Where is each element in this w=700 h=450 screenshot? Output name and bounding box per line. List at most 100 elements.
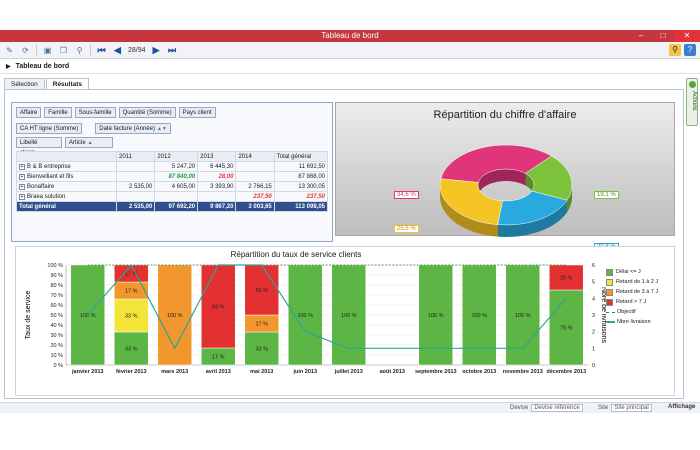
record-pager: 28/94 [128, 46, 146, 54]
table-cell: 13 300,05 [273, 181, 329, 192]
breadcrumb-arrow-icon: ▶ [6, 64, 11, 70]
table-row[interactable]: + Bonaffaire 2 535,00 4 605,00 3 393,90 2 766… [16, 181, 329, 192]
site-group: Site Site principal [598, 404, 652, 412]
maximize-icon[interactable]: □ [652, 30, 674, 42]
y2-tick-label: 6 [592, 263, 595, 269]
expand-icon[interactable]: + [19, 163, 25, 170]
affichage-group: Affichage [668, 404, 695, 410]
bar-svg: 0 % 10 % 20 % 30 % 40 % 50 % 60 % 70 % 80 % 90 % 1… [25, 263, 606, 375]
copy-icon[interactable]: ❐ [58, 45, 69, 56]
table-row[interactable]: + B & B entreprise 5 247,20 6 445,30 11 692,… [16, 161, 329, 172]
close-icon[interactable]: ✕ [674, 30, 700, 42]
y2-tick-label: 0 [592, 363, 595, 369]
x-tick-label: février 2013 [116, 369, 147, 375]
breadcrumb-label: Tableau de bord [15, 63, 70, 70]
legend-swatch [606, 298, 613, 306]
row-label: + Bienvelliant et fils [16, 171, 117, 182]
table-cell [115, 171, 156, 182]
field-sous-famille[interactable]: Sous-famille [74, 107, 116, 118]
first-record-icon[interactable]: ⏮ [96, 45, 107, 56]
field-quantite[interactable]: Quantité (Somme) [118, 107, 176, 118]
table-row[interactable]: + Braea solution 237,50 237,50 [16, 191, 329, 202]
x-tick-label: juin 2013 [292, 369, 317, 375]
results-panel: Affaire Famille Sous-famille Quantité (S… [4, 89, 684, 399]
minimize-icon[interactable]: – [630, 30, 652, 42]
affichage-button[interactable]: Affichage [668, 404, 695, 410]
table-header-row: 2011 2012 2013 2014 Total général [16, 151, 329, 162]
field-famille[interactable]: Famille [44, 107, 72, 118]
window-title: Tableau de bord [321, 31, 379, 40]
y-tick-label: 0 % [54, 363, 64, 369]
row-label: + Braea solution [16, 191, 117, 202]
field-ca-ht-ligne[interactable]: CA HT ligne (Somme) [16, 123, 83, 134]
table-cell [154, 191, 199, 202]
total-cell: 3 003,65 [235, 201, 275, 212]
toolbar-separator [90, 44, 91, 56]
row-fields: Libellé client▲ Article▲ [16, 137, 113, 156]
y2-tick-label: 4 [592, 296, 595, 302]
devise-select[interactable]: Devise référence [531, 404, 583, 412]
field-affaire[interactable]: Affaire [16, 107, 42, 118]
save-icon[interactable]: ▣ [42, 45, 53, 56]
row-label: + Bonaffaire [16, 181, 117, 192]
x-tick-label: octobre 2013 [462, 369, 496, 375]
x-tick-label: août 2013 [380, 369, 405, 375]
bar-value-label: 100 % [297, 313, 313, 319]
legend-label: Retard de 1 à 2 J [616, 279, 659, 285]
y-axis-label: Taux de service [25, 291, 32, 340]
chart-legend: Délai <= J Retard de 1 à 2 J Retard de 3… [606, 267, 672, 327]
table-row[interactable]: + Bienvelliant et fils 87 840,00 28,00 87 86… [16, 171, 329, 182]
expand-icon[interactable]: + [19, 183, 25, 190]
devise-group: Devise Devise référence [510, 404, 583, 412]
last-record-icon[interactable]: ⏭ [167, 45, 178, 56]
expand-icon[interactable]: + [19, 173, 25, 180]
tab-selection[interactable]: Sélection [4, 78, 45, 89]
toolbar-right: ⚲ ? [669, 44, 696, 56]
site-label: Site [598, 405, 609, 411]
next-record-icon[interactable]: ▶ [151, 45, 162, 56]
legend-item: Objectif [606, 307, 672, 317]
help-icon[interactable]: ? [684, 44, 696, 56]
table-cell: 2 766,15 [235, 181, 275, 192]
sort-icon: ▲ [87, 140, 93, 146]
y-tick-label: 100 % [47, 263, 63, 269]
field-libelle-client[interactable]: Libellé client▲ [16, 137, 62, 156]
table-cell: 5 247,20 [154, 161, 199, 172]
legend-item: Nbre livraison [606, 317, 672, 327]
table-cell: 28,00 [197, 171, 237, 182]
bar-value-label: 100 % [515, 313, 531, 319]
legend-swatch [606, 288, 613, 296]
table-cell [235, 171, 275, 182]
table-cell: 2 535,00 [115, 181, 156, 192]
field-date-facture[interactable]: Date facture (Année) ▲▼ [95, 123, 171, 134]
total-label: Total général [16, 201, 117, 212]
expand-icon[interactable]: + [19, 193, 25, 200]
field-pays-client[interactable]: Pays client [178, 107, 216, 118]
y-tick-label: 10 % [50, 353, 63, 359]
pivot-table: 2011 2012 2013 2014 Total général + B & B… [16, 151, 329, 212]
revenue-donut-chart: Répartition du chiffre d'affaire 34,6 % … [335, 102, 675, 251]
search-panel-icon[interactable]: ⚲ [669, 44, 681, 56]
legend-swatch [606, 278, 613, 286]
x-tick-label: janvier 2013 [71, 369, 104, 375]
search-icon[interactable]: ⚲ [74, 45, 85, 56]
tab-resultats[interactable]: Résultats [45, 78, 90, 89]
y2-tick-label: 2 [592, 330, 595, 336]
y2-tick-label: 1 [592, 346, 595, 352]
table-cell: 6 445,30 [197, 161, 237, 172]
window-titlebar: Tableau de bord – □ ✕ [0, 30, 700, 42]
total-cell: 9 867,20 [197, 201, 237, 212]
y-tick-label: 40 % [50, 323, 63, 329]
legend-label: Objectif [617, 309, 636, 315]
edit-icon[interactable]: ✎ [4, 45, 15, 56]
site-select[interactable]: Site principal [611, 404, 652, 412]
bar-value-label: 33 % [125, 314, 138, 320]
actions-panel-toggle[interactable]: Actions [686, 78, 698, 126]
previous-record-icon[interactable]: ◀ [112, 45, 123, 56]
field-article[interactable]: Article ▲ [65, 137, 113, 148]
refresh-icon[interactable]: ⟳ [20, 45, 31, 56]
window-controls: – □ ✕ [630, 30, 700, 42]
y-tick-label: 50 % [50, 313, 63, 319]
toolbar: ✎ ⟳ ▣ ❐ ⚲ ⏮ ◀ 28/94 ▶ ⏭ ⚲ ? [0, 42, 700, 59]
header-corner [16, 151, 117, 162]
